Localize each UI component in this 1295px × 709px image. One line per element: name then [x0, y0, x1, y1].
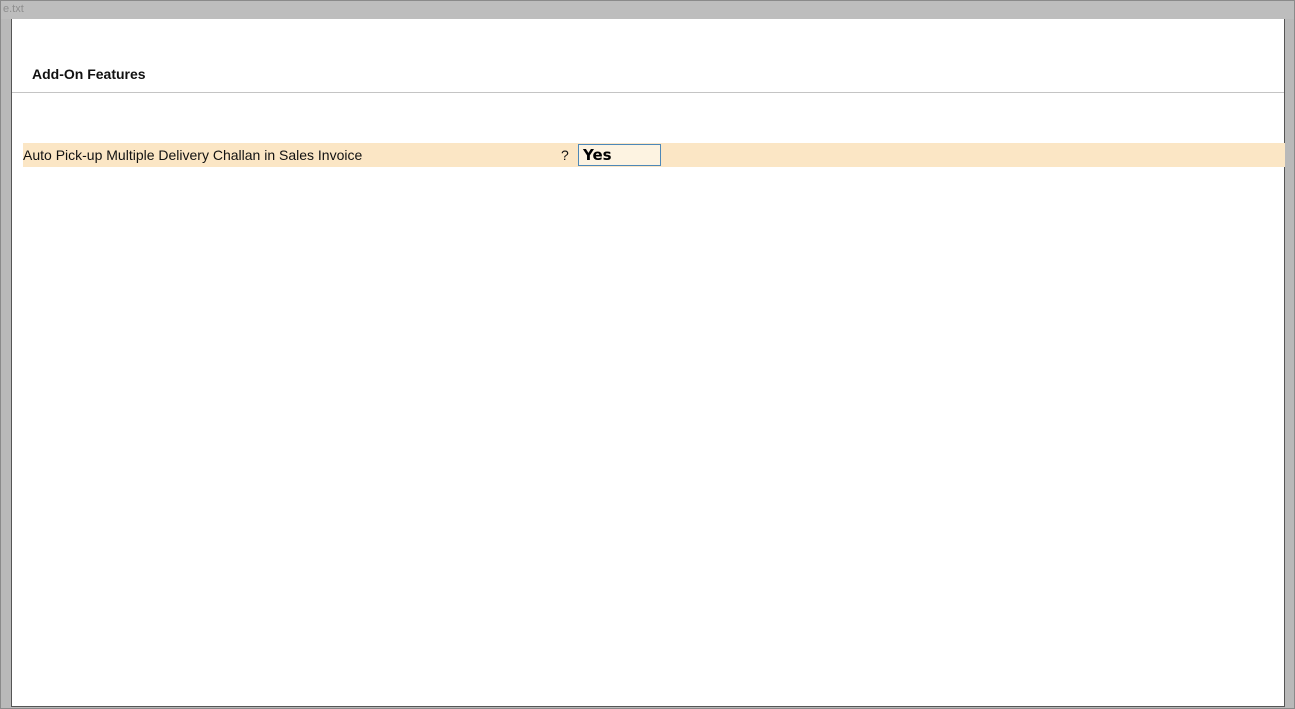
section-title: Add-On Features: [32, 66, 146, 82]
window-titlebar: e.txt: [1, 1, 1294, 19]
app-window: e.txt Add-On Features Auto Pick-up Multi…: [0, 0, 1295, 709]
section-header: Add-On Features: [12, 19, 1284, 93]
window-title: e.txt: [3, 3, 24, 15]
option-row-auto-pickup-delivery-challan[interactable]: Auto Pick-up Multiple Delivery Challan i…: [23, 143, 1285, 167]
option-value-field[interactable]: Yes: [578, 144, 661, 166]
option-label: Auto Pick-up Multiple Delivery Challan i…: [23, 147, 363, 163]
add-on-features-panel: Add-On Features Auto Pick-up Multiple De…: [11, 19, 1285, 707]
option-question-mark: ?: [561, 147, 569, 163]
